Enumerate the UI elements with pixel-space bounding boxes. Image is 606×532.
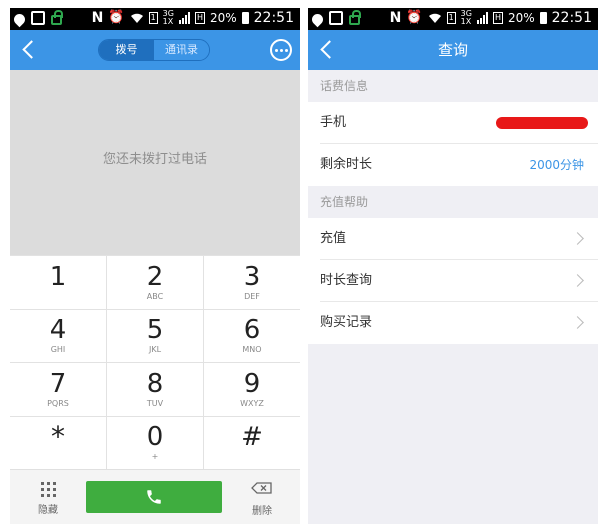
section-header-recharge-help: 充值帮助 — [308, 186, 598, 218]
key-1[interactable]: 1 — [10, 256, 106, 309]
network-type: 3G 1X — [460, 9, 472, 26]
menu-item-recharge[interactable]: 充值 — [308, 218, 598, 260]
key-2[interactable]: 2 ABC — [107, 256, 203, 309]
empty-call-log-message: 您还未拨打过电话 — [102, 152, 207, 167]
page-title: 查询 — [437, 41, 468, 59]
phone-label: 手机 — [320, 115, 347, 130]
lock-icon — [349, 9, 361, 25]
keypad-grid-icon — [26, 482, 70, 497]
key-0[interactable]: 0 + — [107, 416, 203, 469]
battery-percent: 20% — [507, 11, 535, 25]
key-star[interactable]: * — [10, 416, 106, 469]
call-log-empty-area: 您还未拨打过电话 — [10, 70, 300, 255]
alarm-icon: ⏰ — [108, 10, 125, 25]
delete-button[interactable]: 删除 — [240, 482, 284, 517]
duration-query-label: 时长查询 — [320, 273, 373, 288]
nfc-icon: N — [389, 10, 402, 26]
nfc-icon: N — [91, 10, 104, 26]
lock-icon — [51, 9, 63, 25]
key-8[interactable]: 8 TUV — [107, 363, 203, 416]
chevron-right-icon — [571, 274, 584, 287]
phone-row: 手机 — [308, 102, 598, 144]
dial-keypad: 1 2 ABC 3 DEF 4 GHI 5 JKL 6 MNO 7 PQRS 8 TUV 9W… — [10, 255, 300, 469]
sim-icon: 1 — [148, 12, 158, 24]
battery-icon — [241, 12, 249, 24]
image-icon — [329, 11, 343, 25]
query-title-bar: 查询 — [308, 30, 598, 70]
section-header-fee-info: 话费信息 — [308, 70, 598, 102]
key-hash[interactable]: # — [204, 416, 300, 469]
network-type: 3G 1X — [162, 9, 174, 26]
status-bar: N ⏰ 1 3G 1X H 20% 22:51 — [308, 8, 598, 30]
battery-percent: 20% — [209, 11, 237, 25]
more-options-button[interactable] — [270, 39, 292, 61]
back-button[interactable] — [316, 40, 336, 60]
water-drop-icon — [11, 11, 28, 27]
phone-icon — [147, 490, 161, 504]
status-bar: N ⏰ 1 3G 1X H 20% 22:51 — [10, 8, 300, 30]
chevron-right-icon — [571, 232, 584, 245]
menu-item-purchase-history[interactable]: 购买记录 — [308, 302, 598, 344]
clock: 22:51 — [253, 10, 294, 26]
key-5[interactable]: 5 JKL — [107, 309, 203, 362]
hide-label: 隐藏 — [38, 505, 58, 516]
key-6[interactable]: 6 MNO — [204, 309, 300, 362]
dialer-action-bar: 隐藏 删除 — [10, 469, 300, 524]
key-3[interactable]: 3 DEF — [204, 256, 300, 309]
sd-icon: H — [194, 12, 205, 24]
remaining-time-row: 剩余时长 2000分钟 — [308, 144, 598, 186]
tab-contacts[interactable]: 通讯录 — [154, 40, 209, 60]
redacted-phone-number — [496, 117, 588, 129]
key-4[interactable]: 4 GHI — [10, 309, 106, 362]
battery-icon — [539, 12, 547, 24]
purchase-history-label: 购买记录 — [320, 315, 373, 330]
menu-item-duration-query[interactable]: 时长查询 — [308, 260, 598, 302]
key-7[interactable]: 7 PQRS — [10, 363, 106, 416]
alarm-icon: ⏰ — [406, 10, 423, 25]
dialer-title-bar: 拨号 通讯录 — [10, 30, 300, 70]
hide-keypad-button[interactable]: 隐藏 — [26, 482, 70, 516]
delete-label: 删除 — [252, 506, 272, 517]
remaining-time-value: 2000分钟 — [529, 158, 584, 172]
signal-icon — [178, 12, 190, 24]
tab-dial[interactable]: 拨号 — [99, 40, 154, 60]
query-screen: N ⏰ 1 3G 1X H 20% 22:51 查询 话费信息 手机 剩余时长 2… — [308, 8, 598, 524]
backspace-icon — [251, 482, 272, 494]
wifi-icon — [428, 13, 441, 23]
clock: 22:51 — [551, 10, 592, 26]
water-drop-icon — [309, 11, 326, 27]
dialer-tab-switch: 拨号 通讯录 — [98, 39, 210, 61]
recharge-label: 充值 — [320, 231, 347, 246]
sd-icon: H — [492, 12, 503, 24]
call-button[interactable] — [86, 481, 222, 513]
remaining-time-label: 剩余时长 — [320, 157, 373, 172]
image-icon — [31, 11, 45, 25]
wifi-icon — [130, 13, 143, 23]
signal-icon — [476, 12, 488, 24]
dialer-screen: N ⏰ 1 3G 1X H 20% 22:51 拨号 通讯录 您还未拨打过电话 1… — [10, 8, 300, 524]
key-9[interactable]: 9 WXYZ — [204, 363, 300, 416]
chevron-right-icon — [571, 316, 584, 329]
sim-icon: 1 — [446, 12, 456, 24]
back-button[interactable] — [18, 40, 38, 60]
